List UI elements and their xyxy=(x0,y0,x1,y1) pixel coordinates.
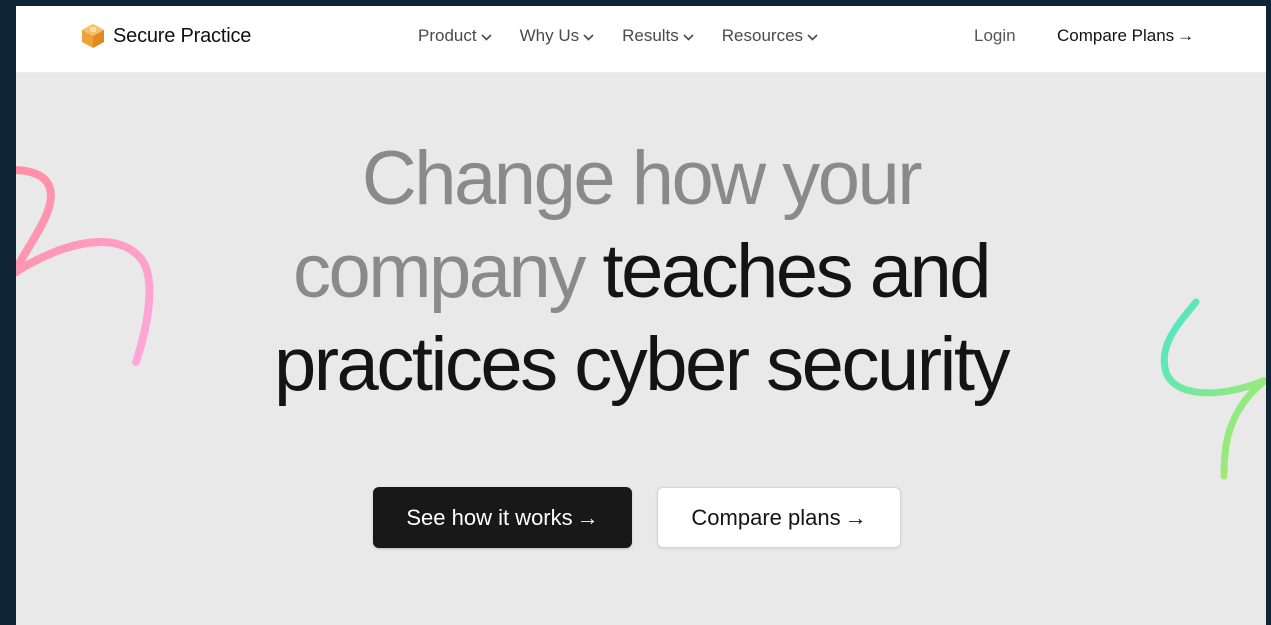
chevron-down-icon xyxy=(683,33,694,41)
arrow-right-icon: → xyxy=(1177,26,1195,45)
see-how-it-works-label: See how it works xyxy=(406,504,573,530)
browser-viewport: Secure Practice Product Why Us Results R… xyxy=(16,6,1266,625)
compare-plans-label: Compare plans xyxy=(691,504,841,530)
nav-item-product[interactable]: Product xyxy=(418,26,492,46)
compare-plans-button[interactable]: Compare plans → xyxy=(657,487,901,548)
headline-line-2-dark: teaches and xyxy=(602,229,991,314)
top-navigation-bar: Secure Practice Product Why Us Results R… xyxy=(16,6,1266,73)
nav-item-label: Product xyxy=(418,26,477,45)
nav-item-label: Resources xyxy=(721,26,804,45)
headline-line-1: Change how your xyxy=(361,136,923,221)
chevron-down-icon xyxy=(807,33,818,41)
brand-logo[interactable]: Secure Practice xyxy=(81,23,251,49)
see-how-it-works-button[interactable]: See how it works → xyxy=(373,487,632,548)
headline-line-3: practices cyber security xyxy=(273,322,1011,407)
hexagon-cube-logo-icon xyxy=(82,24,104,48)
arrow-right-icon: → xyxy=(844,504,867,530)
main-nav: Product Why Us Results Resources xyxy=(418,26,818,46)
login-link[interactable]: Login xyxy=(974,26,1016,46)
headline-line-2-grey: company xyxy=(292,229,586,314)
chevron-down-icon xyxy=(481,33,492,41)
arrow-right-icon: → xyxy=(576,504,599,530)
nav-item-label: Results xyxy=(622,26,679,45)
hero-headline: Change how your company teaches and prac… xyxy=(16,132,1266,411)
compare-plans-nav-label: Compare Plans xyxy=(1057,26,1175,45)
chevron-down-icon xyxy=(583,33,594,41)
nav-item-label: Why Us xyxy=(519,26,580,45)
nav-item-resources[interactable]: Resources xyxy=(722,26,818,46)
compare-plans-nav-link[interactable]: Compare Plans → xyxy=(1057,26,1194,46)
brand-name: Secure Practice xyxy=(113,24,252,47)
nav-item-why-us[interactable]: Why Us xyxy=(520,26,595,46)
nav-item-results[interactable]: Results xyxy=(622,26,694,46)
